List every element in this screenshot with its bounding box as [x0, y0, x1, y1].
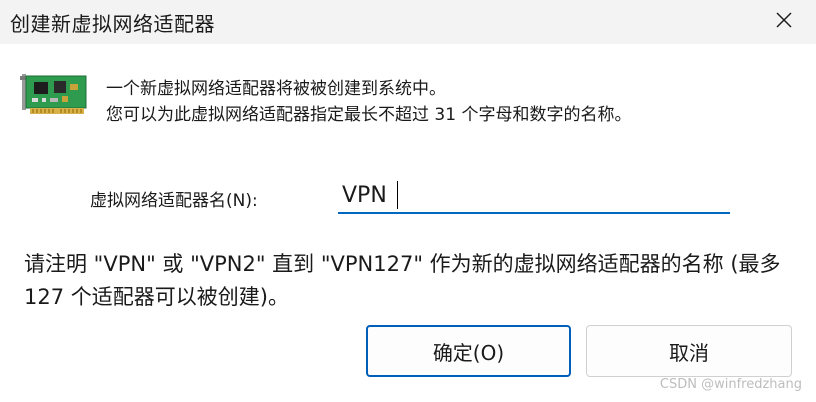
close-icon — [775, 11, 793, 33]
adapter-name-label: 虚拟网络适配器名(N): — [90, 191, 258, 211]
create-virtual-adapter-dialog: 创建新虚拟网络适配器 一个新虚拟网络适配器将被被创建到系统中。 您可以为此虚拟网… — [0, 0, 816, 402]
network-adapter-card-icon — [20, 72, 88, 118]
text-caret — [397, 181, 398, 209]
ok-button[interactable]: 确定(O) — [366, 325, 571, 377]
close-button[interactable] — [760, 0, 808, 44]
dialog-title: 创建新虚拟网络适配器 — [10, 12, 215, 36]
title-bar: 创建新虚拟网络适配器 — [0, 0, 816, 44]
watermark: CSDN @winfredzhang — [659, 377, 802, 392]
naming-note: 请注明 "VPN" 或 "VPN2" 直到 "VPN127" 作为新的虚拟网络适… — [24, 252, 781, 309]
cancel-button[interactable]: 取消 — [586, 325, 792, 377]
intro-text: 一个新虚拟网络适配器将被被创建到系统中。 您可以为此虚拟网络适配器指定最长不超过… — [106, 76, 631, 128]
intro-line-1: 一个新虚拟网络适配器将被被创建到系统中。 — [106, 79, 446, 99]
intro-line-2: 您可以为此虚拟网络适配器指定最长不超过 31 个字母和数字的名称。 — [106, 105, 632, 125]
